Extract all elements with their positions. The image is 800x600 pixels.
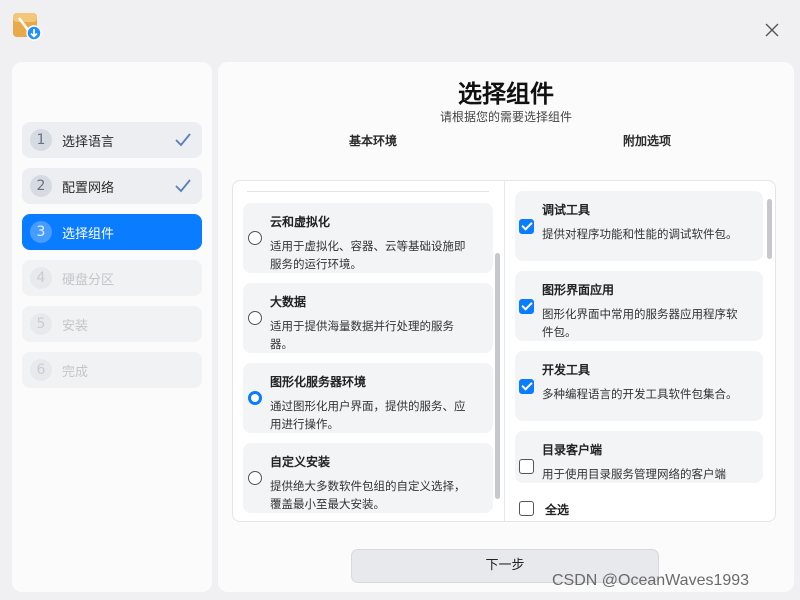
select-all-label: 全选 [545, 503, 570, 517]
step-configure-network[interactable]: 2 配置网络 [22, 168, 202, 204]
env-title: 云和虚拟化 [270, 215, 331, 229]
checkbox-checked[interactable] [519, 219, 534, 234]
check-icon [175, 179, 191, 193]
addon-title: 图形界面应用 [542, 283, 615, 297]
watermark: CSDN @OceanWaves1993 [552, 572, 750, 589]
step-number: 2 [30, 175, 52, 197]
addon-title: 目录客户端 [542, 443, 603, 457]
env-desc: 提供绝大多数软件包组的自定义选择，覆盖最小至最大安装。 [270, 479, 466, 511]
step-disk-partition: 4 硬盘分区 [22, 260, 202, 296]
step-finish: 6 完成 [22, 352, 202, 388]
base-env-header: 基本环境 [349, 134, 398, 148]
env-title: 大数据 [270, 295, 307, 309]
steps-sidebar: 1 选择语言 2 配置网络 3 选择组件 4 硬盘分区 5 安装 6 完成 [12, 62, 212, 592]
step-label: 安装 [62, 318, 89, 334]
radio-button[interactable] [248, 231, 262, 245]
step-label: 选择组件 [62, 226, 115, 242]
env-big-data[interactable]: 大数据 适用于提供海量数据并行处理的服务器。 [243, 283, 493, 353]
addon-desc: 多种编程语言的开发工具软件包集合。 [542, 387, 738, 401]
radio-button[interactable] [248, 311, 262, 325]
divider [247, 191, 489, 192]
components-panel: 云和虚拟化 适用于虚拟化、容器、云等基础设施即服务的运行环境。 大数据 适用于提… [232, 180, 776, 522]
page-title: 选择组件 [458, 80, 554, 108]
step-number: 5 [30, 313, 52, 335]
step-number: 3 [30, 221, 52, 243]
radio-button-selected[interactable] [248, 391, 262, 405]
addon-title: 开发工具 [542, 363, 591, 377]
step-label: 硬盘分区 [62, 272, 115, 288]
env-title: 图形化服务器环境 [270, 375, 367, 389]
env-desc: 通过图形化用户界面，提供的服务、应用进行操作。 [270, 399, 466, 431]
step-install: 5 安装 [22, 306, 202, 342]
addon-gui-apps[interactable]: 图形界面应用 图形化界面中常用的服务器应用程序软件包。 [515, 271, 763, 341]
select-all[interactable]: 全选 [519, 499, 719, 519]
addon-title: 调试工具 [542, 203, 591, 217]
step-number: 6 [30, 359, 52, 381]
page-subtitle: 请根据您的需要选择组件 [439, 110, 572, 124]
step-label: 选择语言 [62, 134, 115, 150]
env-custom-install[interactable]: 自定义安装 提供绝大多数软件包组的自定义选择，覆盖最小至最大安装。 [243, 443, 493, 513]
close-button[interactable] [760, 18, 784, 42]
checkbox[interactable] [519, 459, 534, 474]
addon-directory-client[interactable]: 目录客户端 用于使用目录服务管理网络的客户端 [515, 431, 763, 483]
step-number: 4 [30, 267, 52, 289]
env-title: 自定义安装 [270, 455, 331, 469]
title-bar [0, 0, 800, 52]
env-desc: 适用于提供海量数据并行处理的服务器。 [270, 319, 454, 351]
step-select-components[interactable]: 3 选择组件 [22, 214, 202, 250]
checkbox-checked[interactable] [519, 379, 534, 394]
check-icon [175, 133, 191, 147]
step-number: 1 [30, 129, 52, 151]
select-all-checkbox[interactable] [519, 501, 534, 516]
radio-button[interactable] [248, 471, 262, 485]
step-select-language[interactable]: 1 选择语言 [22, 122, 202, 158]
step-label: 配置网络 [62, 180, 115, 196]
addon-dev-tools[interactable]: 开发工具 多种编程语言的开发工具软件包集合。 [515, 351, 763, 421]
checkbox-checked[interactable] [519, 299, 534, 314]
env-cloud-virtualization[interactable]: 云和虚拟化 适用于虚拟化、容器、云等基础设施即服务的运行环境。 [243, 203, 493, 273]
addons-header: 附加选项 [623, 134, 672, 148]
close-icon [765, 23, 779, 37]
main-panel: 选择组件 请根据您的需要选择组件 基本环境 附加选项 云和虚拟化 适用于虚拟化、… [218, 62, 794, 592]
divider [504, 181, 505, 521]
addon-desc: 提供对程序功能和性能的调试软件包。 [542, 227, 738, 241]
addon-debug-tools[interactable]: 调试工具 提供对程序功能和性能的调试软件包。 [515, 191, 763, 261]
addons-scrollbar[interactable] [767, 199, 772, 259]
addon-desc: 用于使用目录服务管理网络的客户端 [542, 467, 726, 481]
step-label: 完成 [62, 364, 89, 380]
env-desc: 适用于虚拟化、容器、云等基础设施即服务的运行环境。 [270, 239, 466, 271]
addon-desc: 图形化界面中常用的服务器应用程序软件包。 [542, 307, 738, 339]
env-scrollbar[interactable] [495, 253, 500, 499]
app-installer-icon [13, 13, 42, 41]
env-graphical-server[interactable]: 图形化服务器环境 通过图形化用户界面，提供的服务、应用进行操作。 [243, 363, 493, 433]
